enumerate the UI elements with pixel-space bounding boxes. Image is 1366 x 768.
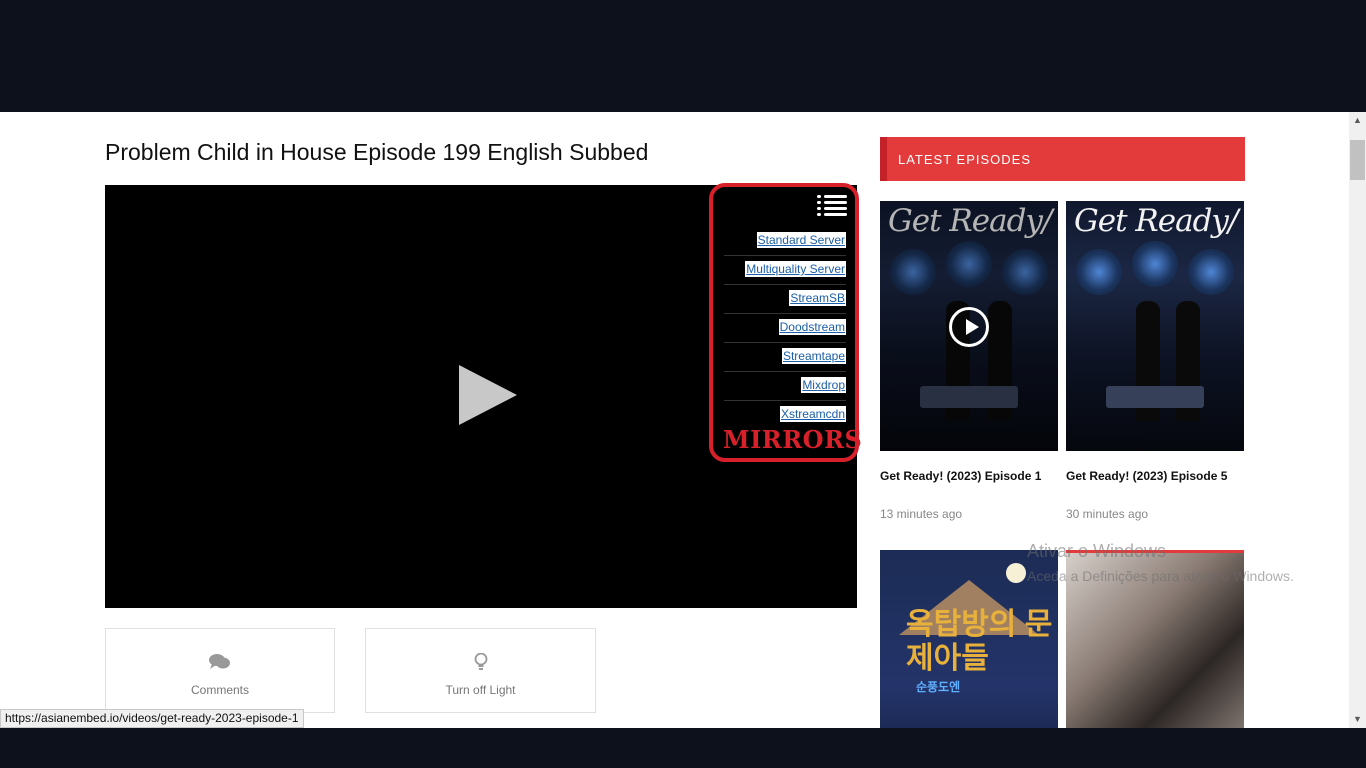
- server-item: Standard Server: [724, 227, 846, 256]
- server-link-streamsb[interactable]: StreamSB: [789, 290, 846, 306]
- lightbulb-icon: [366, 652, 595, 675]
- server-link-mixdrop[interactable]: Mixdrop: [801, 377, 846, 393]
- scroll-down-arrow-icon[interactable]: ▼: [1349, 711, 1366, 728]
- server-item: StreamSB: [724, 285, 846, 314]
- play-circle-icon[interactable]: [949, 307, 989, 347]
- episode-thumbnail[interactable]: Get Ready/: [1066, 201, 1244, 451]
- server-link-doodstream[interactable]: Doodstream: [778, 319, 846, 335]
- scroll-thumb[interactable]: [1350, 140, 1365, 180]
- server-link-multiquality[interactable]: Multiquality Server: [745, 261, 846, 277]
- watermark-line-1: Ativar o Windows: [1027, 541, 1167, 561]
- windows-activation-watermark: Ativar o Windows Aceda a Definições para…: [1027, 541, 1294, 584]
- top-header-band: [0, 0, 1366, 112]
- server-item: Doodstream: [724, 314, 846, 343]
- poster-subtitle: 순풍도엔: [916, 680, 961, 694]
- page-content: Problem Child in House Episode 199 Engli…: [0, 112, 1349, 728]
- episode-card[interactable]: Get Ready/ Get Ready! (2023) Episode 1 1…: [880, 201, 1058, 521]
- play-icon[interactable]: [459, 365, 517, 425]
- episode-title[interactable]: Get Ready! (2023) Episode 5: [1066, 469, 1244, 483]
- watermark-line-2: Aceda a Definições para ativar o Windows…: [1027, 568, 1294, 584]
- episode-time: 30 minutes ago: [1066, 507, 1149, 521]
- video-player[interactable]: Standard Server Multiquality Server Stre…: [105, 183, 863, 608]
- comments-icon: [106, 653, 334, 675]
- server-item: Streamtape: [724, 343, 846, 372]
- page-title: Problem Child in House Episode 199 Engli…: [105, 139, 649, 165]
- episode-thumbnail[interactable]: Get Ready/: [880, 201, 1058, 451]
- server-list: Standard Server Multiquality Server Stre…: [724, 227, 846, 430]
- turn-off-light-button[interactable]: Turn off Light: [365, 628, 596, 713]
- episode-time: 13 minutes ago: [880, 507, 963, 521]
- comments-button[interactable]: Comments: [105, 628, 335, 713]
- turn-off-light-label: Turn off Light: [445, 683, 516, 697]
- latest-episodes-title: LATEST EPISODES: [898, 152, 1032, 167]
- vertical-scrollbar[interactable]: ▲ ▼: [1349, 112, 1366, 728]
- mirrors-panel: Standard Server Multiquality Server Stre…: [709, 183, 863, 462]
- server-link-streamtape[interactable]: Streamtape: [781, 348, 846, 364]
- bottom-band: [0, 728, 1366, 768]
- server-item: Mixdrop: [724, 372, 846, 401]
- server-link-standard[interactable]: Standard Server: [756, 232, 846, 248]
- list-menu-icon[interactable]: [817, 195, 847, 217]
- poster-title: Get Ready/: [1074, 203, 1238, 239]
- status-bar-url: https://asianembed.io/videos/get-ready-2…: [0, 709, 304, 728]
- episode-title[interactable]: Get Ready! (2023) Episode 1: [880, 469, 1058, 483]
- scroll-up-arrow-icon[interactable]: ▲: [1349, 112, 1366, 129]
- comments-label: Comments: [190, 683, 249, 697]
- episode-card[interactable]: Get Ready/ Get Ready! (2023) Episode 5 3…: [1066, 201, 1244, 521]
- server-item: Multiquality Server: [724, 256, 846, 285]
- poster-title: 옥탑방의 문제아들: [906, 608, 1053, 675]
- latest-episodes-header: LATEST EPISODES: [880, 137, 1245, 181]
- server-link-xstreamcdn[interactable]: Xstreamcdn: [779, 406, 846, 422]
- mirrors-label: MIRRORS: [723, 425, 863, 454]
